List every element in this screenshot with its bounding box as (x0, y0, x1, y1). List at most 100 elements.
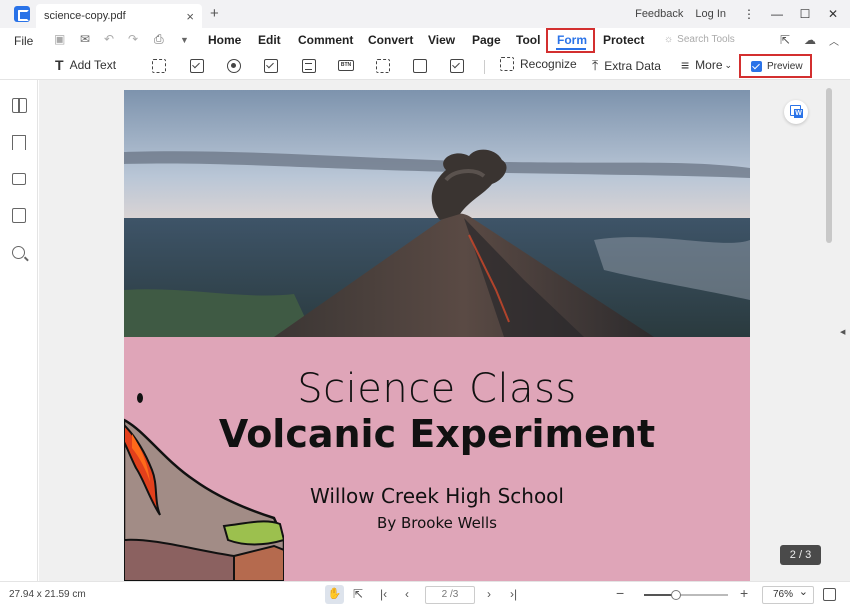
radio-button-icon (227, 59, 241, 73)
login-link[interactable]: Log In (695, 8, 726, 20)
status-bar: 27.94 x 21.59 cm ✋ ⇱ |‹ ‹ 2 /3 › ›| − + … (0, 581, 850, 607)
extra-data-label: Extra Data (604, 58, 661, 73)
zoom-level-select[interactable]: 76% (762, 584, 814, 604)
document-title-line1: Science Class (297, 366, 577, 412)
menu-tool[interactable]: Tool (516, 33, 540, 47)
menu-page[interactable]: Page (472, 33, 501, 47)
save-icon[interactable]: ▣ (54, 32, 65, 46)
new-tab-button[interactable]: + (210, 5, 219, 22)
document-title-line2: Volcanic Experiment (218, 412, 656, 456)
mail-icon[interactable]: ✉ (80, 32, 90, 46)
menu-view[interactable]: View (428, 33, 455, 47)
radio-button-tool[interactable] (227, 59, 247, 73)
search-tools-icon: ☼ (664, 34, 674, 45)
signature-field-icon (413, 59, 427, 73)
convert-to-word-icon[interactable] (784, 100, 808, 124)
minimize-button[interactable]: — (766, 7, 788, 21)
recognize-label: Recognize (520, 57, 577, 71)
more-button[interactable]: ≡ More ⌄ (681, 57, 732, 73)
form-highlight-box (546, 28, 595, 53)
maximize-button[interactable]: ☐ (794, 7, 816, 21)
image-field-tool[interactable] (376, 59, 396, 73)
menu-edit[interactable]: Edit (258, 33, 281, 47)
close-tab-icon[interactable]: × (186, 9, 194, 24)
expand-right-panel-icon[interactable]: ◀ (840, 328, 845, 336)
thumbnails-icon[interactable] (12, 98, 27, 113)
close-window-button[interactable]: ✕ (822, 7, 844, 21)
menu-file[interactable]: File (14, 34, 33, 48)
document-tab[interactable]: science-copy.pdf × (36, 4, 202, 28)
more-label: More (695, 58, 723, 72)
upload-icon: ⤒ (592, 57, 599, 73)
combo-box-icon (264, 59, 278, 73)
zoom-slider-knob[interactable] (671, 590, 681, 600)
cloud-upload-icon[interactable]: ☁ (804, 33, 816, 47)
print-icon[interactable]: ⎙ (154, 32, 164, 47)
next-page-icon[interactable]: › (487, 587, 491, 601)
zoom-slider[interactable] (644, 590, 728, 600)
document-author: By Brooke Wells (377, 514, 497, 532)
redo-icon[interactable]: ↷ (128, 32, 138, 46)
prev-page-icon[interactable]: ‹ (405, 587, 409, 601)
zoom-out-button[interactable]: − (616, 585, 624, 601)
bookmark-icon[interactable] (12, 135, 26, 150)
search-tools-label: Search Tools (677, 34, 735, 45)
signature-field-tool[interactable] (413, 59, 433, 73)
select-tool-icon[interactable]: ⇱ (353, 587, 363, 601)
pdf-page: Science Class Volcanic Experiment Willow… (124, 90, 750, 581)
menu-convert[interactable]: Convert (368, 33, 413, 47)
date-field-tool[interactable] (450, 59, 470, 73)
menu-protect[interactable]: Protect (603, 33, 644, 47)
list-box-tool[interactable] (302, 59, 322, 73)
first-page-icon[interactable]: |‹ (380, 587, 387, 601)
left-sidebar (0, 80, 38, 581)
vertical-scrollbar[interactable] (826, 88, 832, 243)
recognize-button[interactable]: Recognize (500, 57, 577, 71)
fit-page-icon[interactable] (823, 588, 836, 601)
menu-comment[interactable]: Comment (298, 33, 353, 47)
text-field-icon (152, 59, 166, 73)
extra-data-button[interactable]: ⤒ Extra Data (592, 57, 661, 74)
app-logo-icon (14, 6, 30, 22)
document-school: Willow Creek High School (310, 484, 564, 508)
share-icon[interactable]: ⇱ (780, 33, 790, 47)
zoom-in-button[interactable]: + (740, 585, 748, 601)
button-tool[interactable]: BTN (338, 60, 360, 71)
text-field-tool[interactable] (152, 59, 172, 73)
document-tab-title: science-copy.pdf (44, 10, 126, 22)
last-page-icon[interactable]: ›| (510, 587, 517, 601)
feedback-link[interactable]: Feedback (635, 8, 683, 20)
combo-box-tool[interactable] (264, 59, 284, 73)
volcano-photo (124, 90, 750, 337)
more-menu-icon: ≡ (681, 57, 690, 73)
customize-dropdown-icon[interactable]: ▼ (180, 35, 189, 45)
page-dimensions: 27.94 x 21.59 cm (9, 589, 86, 600)
search-icon[interactable] (12, 246, 25, 259)
list-box-icon (302, 59, 316, 73)
search-tools[interactable]: ☼ Search Tools (664, 34, 735, 45)
preview-toggle[interactable]: Preview (739, 54, 812, 78)
preview-label: Preview (767, 60, 803, 72)
checkbox-tool[interactable] (190, 59, 210, 73)
toolbar-divider (484, 60, 485, 74)
comment-icon[interactable] (12, 173, 26, 185)
menu-bar: File ▣ ✉ ↶ ↷ ⎙ ▼ Home Edit Comment Conve… (0, 28, 850, 54)
chevron-down-icon: ⌄ (724, 59, 733, 70)
add-text-label: Add Text (69, 58, 117, 72)
date-field-icon (450, 59, 464, 73)
undo-icon[interactable]: ↶ (104, 32, 114, 46)
collapse-ribbon-icon[interactable]: ︿ (829, 33, 839, 48)
attachment-icon[interactable] (12, 208, 26, 223)
page-indicator-badge: 2 / 3 (780, 545, 821, 565)
more-options-icon[interactable]: ⋮ (738, 7, 760, 21)
text-tool-icon: T (55, 57, 64, 73)
title-bar: science-copy.pdf × + Feedback Log In ⋮ —… (0, 0, 850, 28)
hand-tool-icon[interactable]: ✋ (325, 585, 344, 604)
menu-home[interactable]: Home (208, 33, 241, 47)
add-text-button[interactable]: T Add Text (55, 57, 116, 73)
recognize-icon (500, 57, 514, 71)
page-number-input[interactable]: 2 /3 (425, 586, 475, 604)
checkbox-icon (190, 59, 204, 73)
image-field-icon (376, 59, 390, 73)
document-canvas[interactable]: Science Class Volcanic Experiment Willow… (39, 80, 850, 581)
